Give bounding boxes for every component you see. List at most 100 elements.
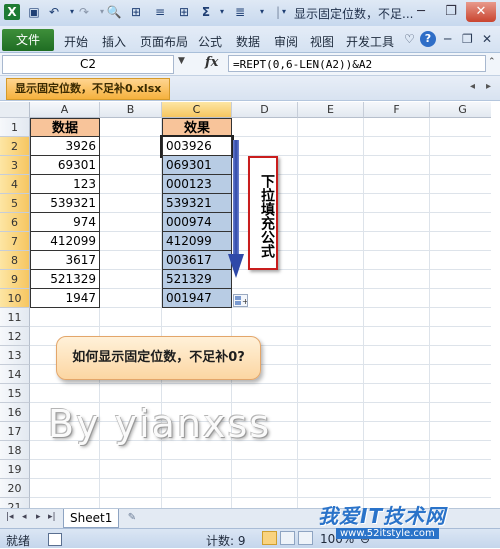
data-cell[interactable]: 539321 [30,194,100,213]
normal-view-icon[interactable] [262,531,277,545]
row-header-13[interactable]: 13 [0,346,30,365]
data-cell[interactable]: 3926 [30,137,100,156]
doc-close-icon[interactable]: ✕ [482,32,492,46]
qat-more-icon[interactable]: ▾ [276,4,292,20]
excel-logo-icon[interactable]: X [4,4,20,20]
tab-view[interactable]: 视图 [310,33,334,50]
auto-fill-options-icon[interactable]: + [233,294,249,307]
borders-icon[interactable]: ⊞ [176,4,192,20]
row-header-15[interactable]: 15 [0,384,30,403]
result-cell[interactable]: 003926 [160,135,234,158]
row-header-3[interactable]: 3 [0,156,30,175]
row-header-5[interactable]: 5 [0,194,30,213]
expand-formula-icon[interactable]: ⌃ [488,57,496,67]
cell-a1-header[interactable]: 数据 [30,118,100,137]
column-header-g[interactable]: G [430,102,491,118]
insert-sheet-icon[interactable]: ✎ [124,511,140,525]
result-cell[interactable]: 521329 [162,270,232,289]
tab-sheet1[interactable]: Sheet1 [63,509,120,528]
tab-scroll-left-icon[interactable]: ◂ [470,81,475,92]
row-header-7[interactable]: 7 [0,232,30,251]
tab-home[interactable]: 开始 [64,33,88,50]
customize-icon[interactable]: ▾ [254,4,270,20]
row-header-17[interactable]: 17 [0,422,30,441]
column-header-c[interactable]: C [162,102,232,118]
data-cell[interactable]: 412099 [30,232,100,251]
save-icon[interactable]: ▣ [26,4,42,20]
select-all-corner[interactable] [0,102,30,118]
column-header-d[interactable]: D [232,102,298,118]
data-cell[interactable]: 521329 [30,270,100,289]
column-header-f[interactable]: F [364,102,430,118]
result-cell[interactable]: 003617 [162,251,232,270]
first-sheet-icon[interactable]: |◂ [6,512,14,522]
result-cell[interactable]: 412099 [162,232,232,251]
result-cell[interactable]: 000974 [162,213,232,232]
prev-sheet-icon[interactable]: ◂ [22,512,27,522]
row-header-10[interactable]: 10 [0,289,30,308]
row-header-14[interactable]: 14 [0,365,30,384]
doc-restore-icon[interactable]: ❐ [462,32,473,46]
print-preview-icon[interactable]: 🔍 [106,4,122,20]
help-icon[interactable]: ? [420,31,436,47]
format-icon[interactable]: ⊞ [128,4,144,20]
ribbon-minimize-icon[interactable]: ♡ [404,32,415,46]
doc-minimize-icon[interactable]: ─ [444,32,451,46]
column-header-e[interactable]: E [298,102,364,118]
macro-record-icon[interactable] [48,533,62,546]
worksheet-grid[interactable]: ABCDEFG 1 2 3 4 5 6 7 8 9 10 11 12 13 14 15 16 17 18 19 20 2… [0,102,491,508]
filter-icon[interactable]: ≡ [152,4,168,20]
close-icon[interactable]: ✕ [466,2,496,22]
restore-icon[interactable]: ❐ [436,2,466,22]
result-cell[interactable]: 539321 [162,194,232,213]
redo-icon[interactable]: ↷ [76,4,92,20]
row-header-1[interactable]: 1 [0,118,30,137]
row-header-19[interactable]: 19 [0,460,30,479]
page-break-view-icon[interactable] [298,531,313,545]
sum-dropdown-icon[interactable]: ▾ [214,4,230,20]
tab-scroll-right-icon[interactable]: ▸ [486,81,491,92]
row-header-4[interactable]: 4 [0,175,30,194]
data-cell[interactable]: 123 [30,175,100,194]
sum-icon[interactable]: Σ [198,4,214,20]
tab-data[interactable]: 数据 [236,33,260,50]
next-sheet-icon[interactable]: ▸ [36,512,41,522]
row-header-12[interactable]: 12 [0,327,30,346]
tab-developer[interactable]: 开发工具 [346,33,394,50]
undo-icon[interactable]: ↶ [46,4,62,20]
tab-review[interactable]: 审阅 [274,33,298,50]
name-box-dropdown-icon[interactable]: ▼ [178,56,185,66]
tab-page-layout[interactable]: 页面布局 [140,33,188,50]
result-cell[interactable]: 001947 [162,289,232,308]
row-header-20[interactable]: 20 [0,479,30,498]
row-header-8[interactable]: 8 [0,251,30,270]
formula-bar: C2 ▼ fx =REPT(0,6-LEN(A2))&A2 ⌃ [0,53,500,76]
data-cell[interactable]: 69301 [30,156,100,175]
cell-c1-header[interactable]: 效果 [162,118,232,137]
row-header-9[interactable]: 9 [0,270,30,289]
page-layout-view-icon[interactable] [280,531,295,545]
insert-function-icon[interactable]: fx [205,55,218,70]
align-icon[interactable]: ≣ [232,4,248,20]
result-cell[interactable]: 000123 [162,175,232,194]
formula-input[interactable]: =REPT(0,6-LEN(A2))&A2 [228,55,486,72]
row-header-21[interactable]: 21 [0,498,30,508]
minimize-icon[interactable]: ─ [406,2,436,22]
workbook-tab[interactable]: 显示固定位数，不足补0.xlsx [6,78,171,100]
tab-file[interactable]: 文件 [2,29,54,51]
row-header-16[interactable]: 16 [0,403,30,422]
row-header-18[interactable]: 18 [0,441,30,460]
name-box[interactable]: C2 [2,55,174,74]
column-header-b[interactable]: B [100,102,162,118]
data-cell[interactable]: 974 [30,213,100,232]
row-header-11[interactable]: 11 [0,308,30,327]
column-header-a[interactable]: A [30,102,100,118]
row-header-6[interactable]: 6 [0,213,30,232]
row-header-2[interactable]: 2 [0,137,30,156]
last-sheet-icon[interactable]: ▸| [48,512,56,522]
tab-insert[interactable]: 插入 [102,33,126,50]
tab-formulas[interactable]: 公式 [198,33,222,50]
data-cell[interactable]: 1947 [30,289,100,308]
result-cell[interactable]: 069301 [162,156,232,175]
data-cell[interactable]: 3617 [30,251,100,270]
